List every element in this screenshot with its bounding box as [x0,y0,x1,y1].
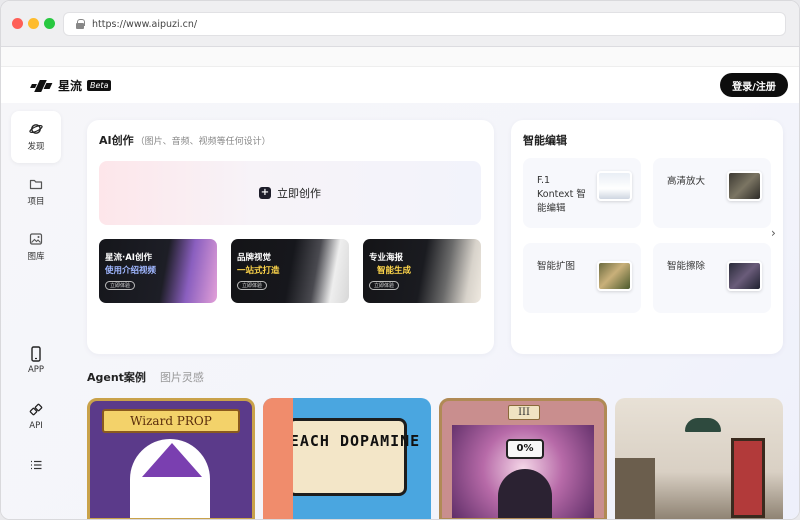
promo-line1: 星流·AI创作 [105,253,152,263]
login-button[interactable]: 登录/注册 [720,73,788,97]
promo-intro-video[interactable]: 星流·AI创作 使用介绍视频 立即体验 [99,239,217,303]
browser-toolbar [1,47,799,67]
sidebar-item-label: 项目 [27,197,45,207]
planet-icon [29,122,43,136]
promo-brand-visual[interactable]: 品牌视觉 一站式打造 立即体验 [231,239,349,303]
sidebar-item-more[interactable] [11,439,61,491]
promo-poster[interactable]: 专业海报 智能生成 立即体验 [363,239,481,303]
promo-line2: 智能生成 [377,266,412,276]
sidebar-item-label: 发现 [27,142,45,152]
gallery-card[interactable]: III 0% [439,398,607,519]
address-url: https://www.aipuzi.cn/ [92,18,198,30]
sidebar: 发现 项目 图库 APP API [1,103,71,519]
browser-window: https://www.aipuzi.cn/ 星流 Beta 登录/注册 发现 … [0,0,800,520]
create-now-button[interactable]: + 立即创作 [99,161,481,225]
sidebar-item-api[interactable]: API [11,391,61,443]
tool-thumbnail [597,261,632,291]
gallery-card[interactable]: Wizard PROP [87,398,255,519]
logo-mark-icon [30,79,53,93]
tool-label: 高清放大 [667,176,706,187]
browser-chrome: https://www.aipuzi.cn/ [1,1,799,47]
tool-label: F.1 Kontext 智能编辑 [537,175,586,214]
tool-thumbnail [597,171,632,201]
card-title: III [508,405,540,420]
plus-icon: + [259,187,271,199]
beta-badge: Beta [87,80,112,91]
tab-image-inspiration[interactable]: 图片灵感 [160,369,204,385]
promo-line2: 一站式打造 [237,266,280,276]
phone-icon [29,346,43,362]
smart-edit-card: 智能编辑 F.1 Kontext 智能编辑 高清放大 智能扩图 智能擦除 [511,120,783,354]
folder-icon [29,177,43,191]
api-icon [29,403,43,417]
address-bar[interactable]: https://www.aipuzi.cn/ [63,12,786,36]
lock-icon [76,19,85,29]
tab-agent-cases[interactable]: Agent案例 [87,369,146,385]
sidebar-item-gallery[interactable]: 图库 [11,221,61,273]
app: 星流 Beta 登录/注册 发现 项目 图库 APP API AI创作 （图片、… [1,67,799,519]
promo-button[interactable]: 立即体验 [369,281,399,290]
minimize-window-button[interactable] [28,18,39,29]
chevron-right-icon[interactable]: › [771,226,776,240]
ai-create-card: AI创作 （图片、音频、视频等任何设计） + 立即创作 星流·AI创作 使用介绍视… [87,120,494,354]
ai-create-title: AI创作 （图片、音频、视频等任何设计） [99,134,271,147]
tool-thumbnail [727,171,762,201]
promo-line1: 专业海报 [369,253,404,263]
create-now-label: 立即创作 [277,187,321,200]
gallery-card[interactable]: BEACH DOPAMINE [263,398,431,519]
sidebar-item-label: APP [27,365,45,375]
promo-line1: 品牌视觉 [237,253,272,263]
tool-label: 智能擦除 [667,261,706,272]
tool-erase[interactable]: 智能擦除 [653,243,771,313]
tool-outpaint[interactable]: 智能扩图 [523,243,641,313]
tool-upscale[interactable]: 高清放大 [653,158,771,228]
top-nav: 星流 Beta 登录/注册 [1,67,799,103]
sidebar-item-label: 图库 [27,252,45,262]
image-icon [29,232,43,246]
sidebar-item-app[interactable]: APP [11,335,61,387]
gallery-card[interactable] [615,398,783,519]
sidebar-item-discover[interactable]: 发现 [11,111,61,163]
logo[interactable]: 星流 Beta [30,77,112,94]
sidebar-item-projects[interactable]: 项目 [11,166,61,218]
close-window-button[interactable] [12,18,23,29]
card-title: Wizard PROP [102,409,240,433]
promo-button[interactable]: 立即体验 [105,281,135,290]
maximize-window-button[interactable] [44,18,55,29]
logo-text: 星流 [58,79,83,93]
ai-create-subtitle: （图片、音频、视频等任何设计） [135,137,271,147]
card-subtitle: 0% [506,439,544,459]
tool-label: 智能扩图 [537,261,576,272]
feed-tabs: Agent案例 图片灵感 [87,369,204,385]
promo-button[interactable]: 立即体验 [237,281,267,290]
tool-thumbnail [727,261,762,291]
list-icon [29,458,43,472]
sidebar-item-label: API [29,421,43,431]
smart-edit-title: 智能编辑 [523,134,567,147]
tool-kontext[interactable]: F.1 Kontext 智能编辑 [523,158,641,228]
promo-line2: 使用介绍视频 [105,266,157,276]
card-title: BEACH DOPAMINE [279,432,421,450]
